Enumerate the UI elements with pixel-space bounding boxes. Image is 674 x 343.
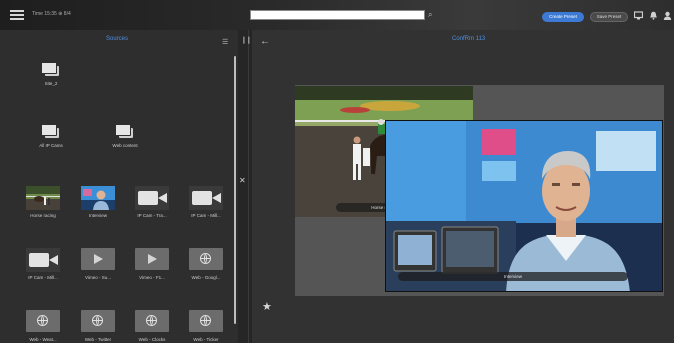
play-icon xyxy=(81,248,115,270)
source-label: IP Cam - Mill... xyxy=(191,213,221,218)
globe-icon xyxy=(26,310,60,332)
source-label: Web content xyxy=(112,143,138,148)
source-label: Web - Googl... xyxy=(191,275,221,280)
list-view-icon[interactable]: ☰ xyxy=(222,38,228,46)
source-tile-ip-cam-mill-2[interactable]: IP Cam - Mill... xyxy=(23,248,63,280)
source-tile-web-google[interactable]: Web - Googl... xyxy=(186,248,226,280)
camera-icon xyxy=(189,186,223,210)
source-label: IP Cam - Tra... xyxy=(137,213,167,218)
source-label: Web - Weat... xyxy=(29,337,57,342)
collapse-handle-icon[interactable]: ❙❙ xyxy=(241,36,252,44)
source-label: Site_2 xyxy=(44,81,58,86)
interview-caption: Interview xyxy=(398,272,628,281)
source-tile-vimeo-su[interactable]: Vimeo - Su... xyxy=(78,248,118,280)
camera-icon xyxy=(26,248,60,272)
clock-status: Time 15:35 ⊕ 8/4 xyxy=(32,11,71,17)
hamburger-menu-icon[interactable] xyxy=(10,10,24,20)
globe-icon xyxy=(81,310,115,332)
divider-line xyxy=(248,30,249,343)
source-label: Vimeo - Su... xyxy=(85,275,111,280)
create-preset-button[interactable]: Create Preset xyxy=(542,12,584,22)
interview-video xyxy=(386,121,662,291)
globe-icon xyxy=(189,310,223,332)
source-tile-ip-cam-mill-1[interactable]: IP Cam - Mill... xyxy=(186,186,226,218)
close-panel-icon[interactable]: ✕ xyxy=(239,176,246,185)
source-tile-web-content[interactable]: Web content xyxy=(105,124,145,148)
globe-icon xyxy=(135,310,169,332)
source-label: All IP Cams xyxy=(39,143,63,148)
back-arrow-icon[interactable]: ← xyxy=(260,36,270,47)
globe-icon xyxy=(189,248,223,270)
source-tile-site-2[interactable]: Site_2 xyxy=(31,62,71,86)
folder-stack-icon xyxy=(41,62,61,78)
source-tile-interview[interactable]: Interview xyxy=(78,186,118,218)
source-tile-vimeo-f1[interactable]: Vimeo - F1... xyxy=(132,248,172,280)
horse-racing-thumbnail xyxy=(26,186,60,210)
play-icon xyxy=(135,248,169,270)
source-label: IP Cam - Mill... xyxy=(28,275,58,280)
folder-stack-icon xyxy=(115,124,135,140)
interview-window[interactable]: Interview xyxy=(385,120,663,292)
save-preset-button[interactable]: Save Preset xyxy=(590,12,628,22)
camera-icon xyxy=(135,186,169,210)
user-icon[interactable] xyxy=(663,11,672,21)
folder-stack-icon xyxy=(41,124,61,140)
panel-divider[interactable] xyxy=(238,30,252,343)
source-tile-web-twitter[interactable]: Web - Twitter xyxy=(78,310,118,342)
source-label: Horse racing xyxy=(30,213,56,218)
monitor-icon[interactable] xyxy=(633,11,644,21)
search-input[interactable] xyxy=(250,10,425,20)
wall-title: ConfRm 113 xyxy=(452,36,486,42)
bell-icon[interactable] xyxy=(649,11,658,21)
source-tile-horse-racing[interactable]: Horse racing xyxy=(23,186,63,218)
sources-scrollbar[interactable] xyxy=(234,56,236,324)
source-tile-ip-cam-tra[interactable]: IP Cam - Tra... xyxy=(132,186,172,218)
source-label: Web - Twitter xyxy=(84,337,112,342)
source-tile-web-clocks[interactable]: Web - Clocks xyxy=(132,310,172,342)
source-tile-web-weather[interactable]: Web - Weat... xyxy=(23,310,63,342)
source-tile-web-ticker[interactable]: Web - Ticker xyxy=(186,310,226,342)
source-tile-all-ip-cams[interactable]: All IP Cams xyxy=(31,124,71,148)
source-label: Vimeo - F1... xyxy=(139,275,165,280)
source-label: Interview xyxy=(88,213,107,218)
sources-title: Sources xyxy=(106,36,129,42)
source-label: Web - Clocks xyxy=(138,337,166,342)
interview-thumbnail xyxy=(81,186,115,210)
star-icon[interactable]: ★ xyxy=(262,300,272,313)
source-label: Web - Ticker xyxy=(193,337,219,342)
search-icon[interactable]: ⌕ xyxy=(428,10,436,19)
